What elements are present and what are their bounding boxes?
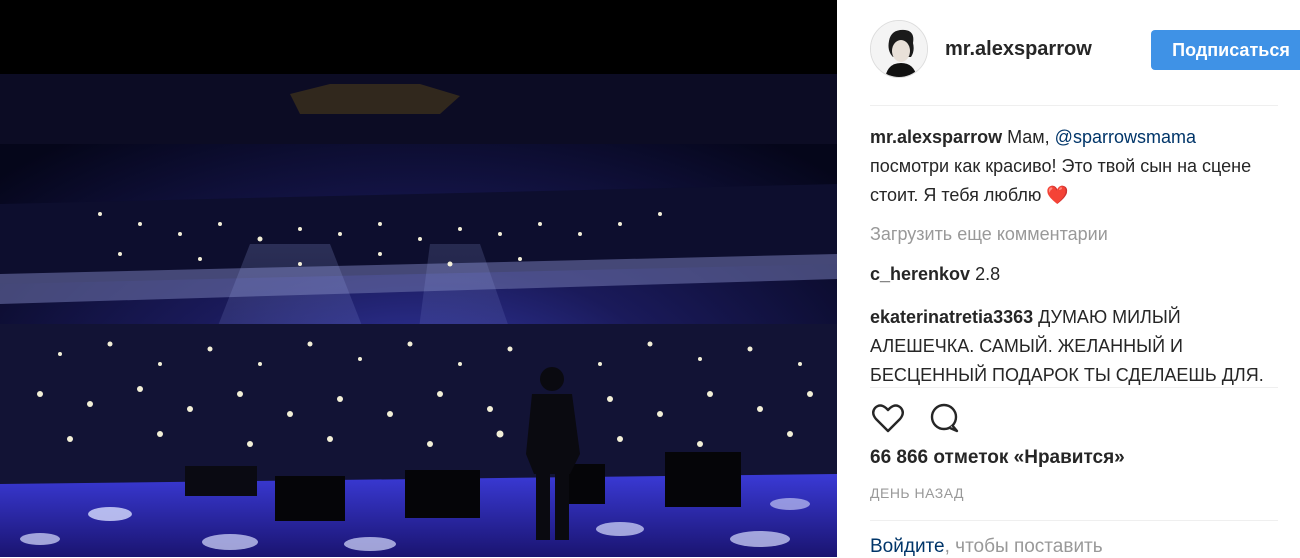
- speech-bubble-icon[interactable]: [926, 400, 962, 436]
- login-link[interactable]: Войдите: [870, 536, 945, 557]
- login-prompt: Войдите, чтобы поставить: [870, 536, 1103, 558]
- load-more-comments-link[interactable]: Загрузить еще комментарии: [870, 220, 1278, 250]
- caption-username[interactable]: mr.alexsparrow: [870, 127, 1002, 147]
- post-media[interactable]: [0, 0, 837, 557]
- comment-username[interactable]: ekaterinatretia3363: [870, 307, 1033, 327]
- post-header: mr.alexsparrow Подписаться: [870, 20, 1300, 80]
- comment-item: c_herenkov 2.8: [870, 260, 1278, 289]
- comment-text: 2.8: [970, 264, 1001, 284]
- heart-outline-icon[interactable]: [870, 400, 906, 436]
- comments-section: mr.alexsparrow Мам, @sparrowsmama посмот…: [870, 123, 1278, 385]
- likes-count[interactable]: 66 866 отметок «Нравится»: [870, 447, 1125, 469]
- divider: [870, 105, 1278, 106]
- follow-button[interactable]: Подписаться: [1151, 30, 1300, 70]
- post-author-username[interactable]: mr.alexsparrow: [945, 38, 1123, 61]
- caption-mention[interactable]: @sparrowsmama: [1055, 127, 1196, 147]
- divider: [870, 387, 1278, 388]
- post-panel: mr.alexsparrow Подписаться mr.alexsparro…: [837, 0, 1300, 557]
- post-actions: [870, 400, 990, 436]
- avatar-image: [871, 21, 927, 77]
- caption: mr.alexsparrow Мам, @sparrowsmama посмот…: [870, 123, 1278, 210]
- post-date[interactable]: ДЕНЬ НАЗАД: [870, 485, 964, 501]
- divider: [870, 520, 1278, 521]
- caption-text-before: Мам,: [1002, 127, 1055, 147]
- heart-emoji: ❤️: [1046, 185, 1069, 205]
- avatar[interactable]: [870, 20, 928, 78]
- login-prompt-text: , чтобы поставить: [944, 536, 1103, 557]
- comment-item: ekaterinatretia3363 ДУМАЮ МИЛЫЙ АЛЕШЕЧКА…: [870, 303, 1278, 385]
- concert-photo[interactable]: [0, 74, 837, 557]
- comment-username[interactable]: c_herenkov: [870, 264, 970, 284]
